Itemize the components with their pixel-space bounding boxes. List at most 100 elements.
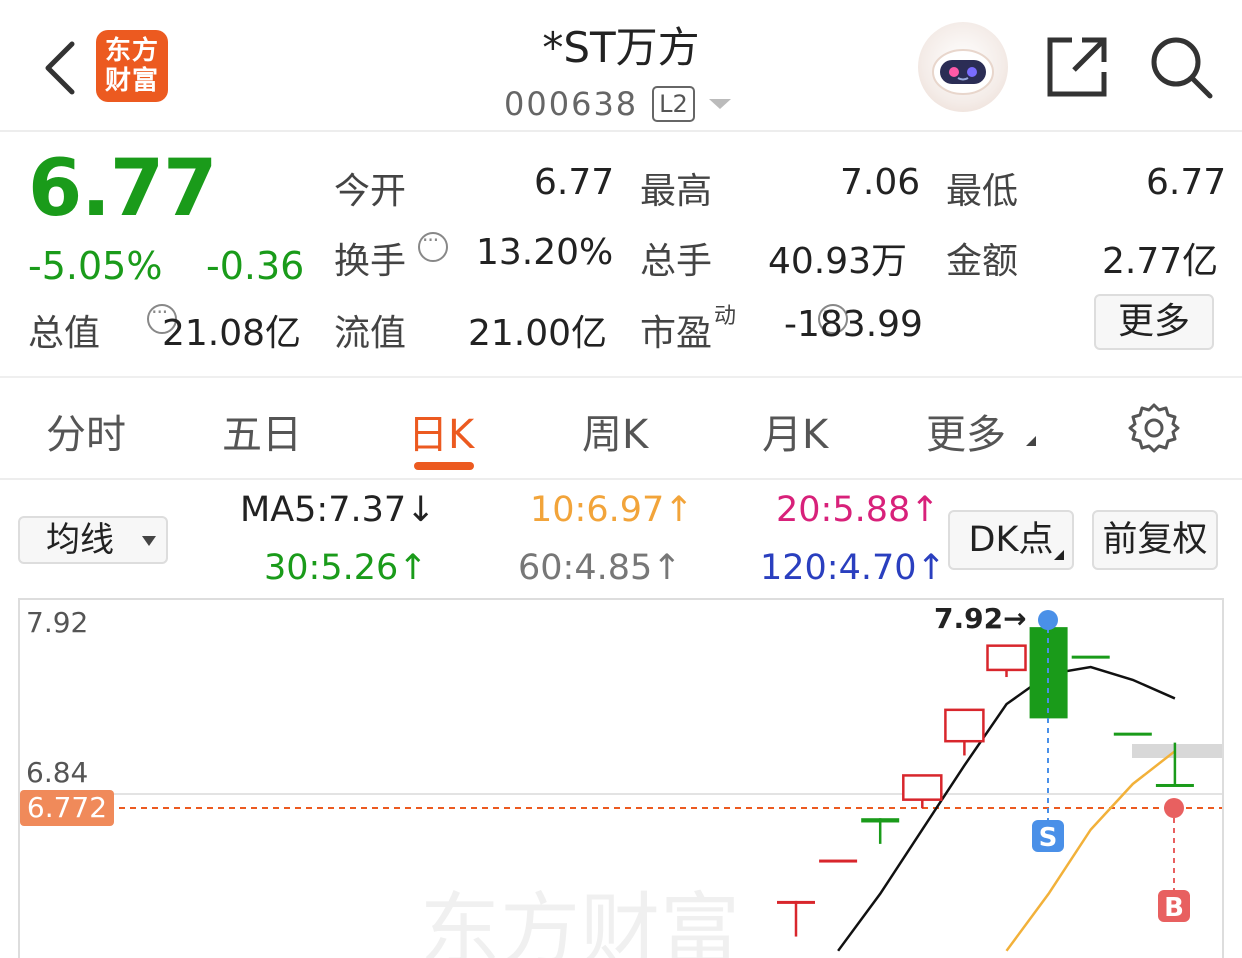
current-marker-dot [1164,798,1184,818]
amount-label: 金额 [946,241,1019,282]
ma30-text: 30:5.26 [264,548,399,588]
kline-chart[interactable]: 东方财富 7.92→ S B 7.92 6.84 6.772 [18,598,1224,958]
ma20-text: 20:5.88 [776,490,911,530]
ma5-text: MA5:7.37 [240,490,407,530]
buy-marker[interactable]: B [1158,890,1190,923]
candle [986,644,1027,678]
candle-body [986,644,1027,672]
float-cap-label: 流值 [334,313,407,354]
tab-more[interactable]: 更多 [926,402,1006,460]
stock-code: 000638 [504,85,639,123]
turnover-value: 13.20% [476,232,614,273]
low-label: 最低 [946,171,1019,212]
volume-value: 40.93万 [768,241,908,282]
candle [1113,732,1152,736]
stock-code-row[interactable]: 000638 L2 [504,84,731,124]
candle [777,900,815,937]
low-value: 6.77 [1146,162,1227,203]
amount-value: 2.77亿 [1102,241,1219,282]
open-value: 6.77 [534,162,615,203]
ma20-value: 20:5.88↑ [776,490,940,530]
candle [902,774,943,809]
y-axis-mid-label: 6.84 [26,756,89,789]
gear-icon[interactable] [1128,402,1180,454]
tab-five-day[interactable]: 五日 [222,402,302,460]
ma10-value: 10:6.97↑ [530,490,694,530]
candle-body [861,818,900,823]
up-arrow-icon: ↑ [664,490,694,530]
buy-marker-text: B [1164,893,1184,923]
ma60-value: 60:4.85↑ [518,548,682,588]
more-quote-button[interactable]: 更多 [1094,294,1214,350]
corner-triangle-icon [1054,550,1064,560]
tab-daily-k[interactable]: 日K [408,402,474,460]
candle-body [1155,783,1194,787]
candle-body [1071,655,1110,659]
ma5-value: MA5:7.37↓ [240,490,435,530]
quote-panel: 6.77 -5.05% -0.36 今开 6.77 最高 7.06 最低 6.7… [0,134,1242,376]
corner-triangle-icon [1026,436,1036,446]
tab-monthly-k[interactable]: 月K [762,402,828,460]
up-arrow-icon: ↑ [398,548,428,588]
top-nav-bar: 东方 财富 *ST万方 000638 L2 [0,0,1242,132]
ma120-text: 120:4.70 [760,548,917,588]
level2-badge: L2 [652,86,695,122]
candle [944,708,985,756]
candle [1071,655,1110,659]
down-arrow-icon: ↓ [406,490,436,530]
up-arrow-icon: ↑ [916,548,946,588]
up-arrow-icon: ↑ [910,490,940,530]
ma30-value: 30:5.26↑ [264,548,428,588]
turnover-label: 换手 [334,241,407,282]
high-value: 7.06 [840,162,921,203]
tab-weekly-k[interactable]: 周K [582,402,648,460]
high-marker-dot [1038,610,1058,630]
share-icon[interactable] [1046,36,1108,98]
market-cap-value: 21.08亿 [162,313,302,354]
moving-average-bar: 均线 MA5:7.37↓ 10:6.97↑ 20:5.88↑ 30:5.26↑ … [0,482,1242,598]
watermark: 东方财富 [420,884,740,958]
candle-body [902,774,943,801]
y-axis-top-label: 7.92 [26,606,89,639]
ma-dropdown[interactable]: 均线 [18,516,168,564]
candle-body [1113,732,1152,736]
kline-svg: 东方财富 7.92→ S B [20,602,1222,958]
dk-label: DK点 [968,520,1054,560]
float-cap-value: 21.00亿 [468,313,608,354]
candle-body [777,900,815,904]
pe-value: -183.99 [784,304,923,345]
open-label: 今开 [334,171,407,212]
candle [819,859,858,863]
active-tab-indicator [414,462,474,470]
change-amount: -0.36 [206,244,305,288]
chevron-down-icon [708,99,731,109]
sell-marker[interactable]: S [1032,820,1064,853]
candles [777,620,1194,937]
chart-period-tabs: 分时 五日 日K 周K 月K 更多 [0,378,1242,480]
high-label: 最高 [640,171,713,212]
info-dots-icon[interactable] [418,228,448,262]
max-price-callout: 7.92→ [934,602,1027,635]
sell-marker-text: S [1039,823,1058,853]
candle [861,818,900,844]
change-percent: -5.05% [28,244,163,288]
ma120-value: 120:4.70↑ [760,548,946,588]
market-cap-label: 总值 [28,313,101,354]
tab-intraday[interactable]: 分时 [46,402,126,460]
adjust-type-button[interactable]: 前复权 [1092,510,1218,570]
search-icon[interactable] [1148,34,1214,100]
ma10-line [1005,750,1176,952]
pe-label: 市盈 [640,313,713,354]
candle-body [944,708,985,743]
dk-point-button[interactable]: DK点 [948,510,1074,570]
price-zone-bar [1132,744,1222,758]
volume-label: 总手 [640,241,713,282]
robot-avatar-icon[interactable] [918,22,1008,112]
current-price-tag: 6.772 [20,790,114,826]
candle-body [819,859,858,863]
pe-dynamic-sup: 动 [714,304,737,329]
ma60-text: 60:4.85 [518,548,653,588]
up-arrow-icon: ↑ [652,548,682,588]
ma10-text: 10:6.97 [530,490,665,530]
last-price: 6.77 [28,144,217,234]
